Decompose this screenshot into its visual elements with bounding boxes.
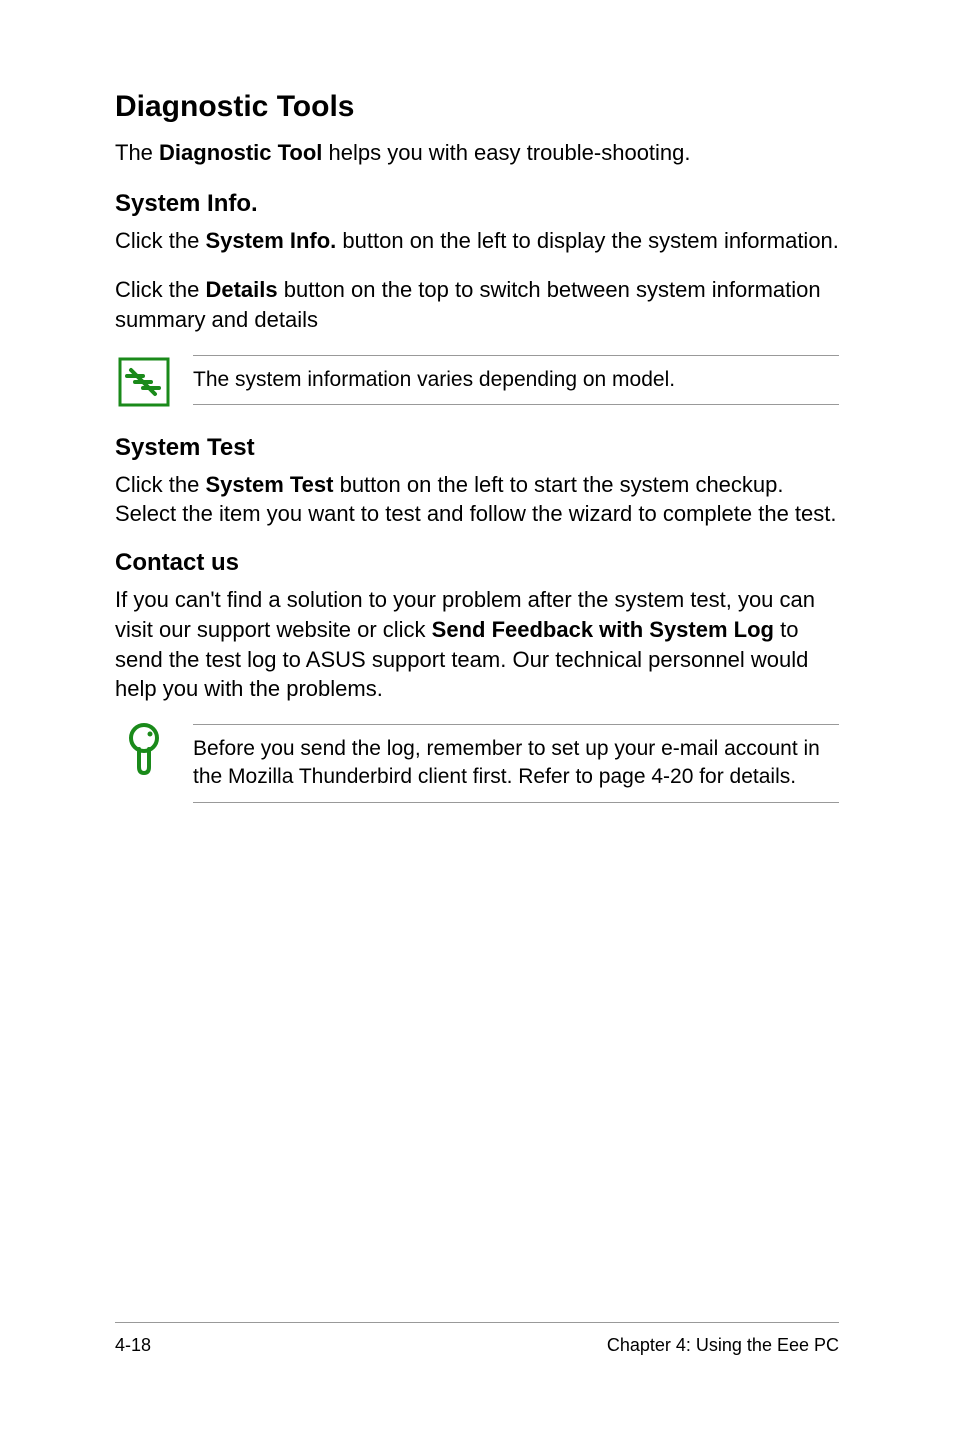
systest-p-bold: System Test <box>205 472 333 497</box>
intro-pre: The <box>115 140 159 165</box>
intro-bold: Diagnostic Tool <box>159 140 322 165</box>
sysinfo-p1-pre: Click the <box>115 228 205 253</box>
contact-p: If you can't find a solution to your pro… <box>115 585 839 704</box>
tip-icon <box>115 724 173 779</box>
chapter-label: Chapter 4: Using the Eee PC <box>607 1335 839 1356</box>
note-box-1: The system information varies depending … <box>115 355 839 410</box>
sysinfo-heading: System Info. <box>115 190 839 218</box>
sysinfo-p1-post: button on the left to display the system… <box>336 228 839 253</box>
contact-heading: Contact us <box>115 549 839 577</box>
sysinfo-p2-bold: Details <box>205 277 277 302</box>
page-content: Diagnostic Tools The Diagnostic Tool hel… <box>0 0 954 803</box>
intro-post: helps you with easy trouble-shooting. <box>322 140 690 165</box>
sysinfo-p2-pre: Click the <box>115 277 205 302</box>
systest-heading: System Test <box>115 434 839 462</box>
page-number: 4-18 <box>115 1335 151 1356</box>
note-icon <box>115 355 173 410</box>
note-box-2: Before you send the log, remember to set… <box>115 724 839 803</box>
systest-p-pre: Click the <box>115 472 205 497</box>
note-2-text: Before you send the log, remember to set… <box>193 724 839 803</box>
note-1-text: The system information varies depending … <box>193 355 839 405</box>
sysinfo-p2: Click the Details button on the top to s… <box>115 275 839 334</box>
intro-paragraph: The Diagnostic Tool helps you with easy … <box>115 138 839 168</box>
page-title: Diagnostic Tools <box>115 90 839 124</box>
sysinfo-p1: Click the System Info. button on the lef… <box>115 226 839 256</box>
systest-p: Click the System Test button on the left… <box>115 470 839 529</box>
contact-p-bold: Send Feedback with System Log <box>432 617 774 642</box>
page-footer: 4-18 Chapter 4: Using the Eee PC <box>115 1322 839 1356</box>
sysinfo-p1-bold: System Info. <box>205 228 336 253</box>
